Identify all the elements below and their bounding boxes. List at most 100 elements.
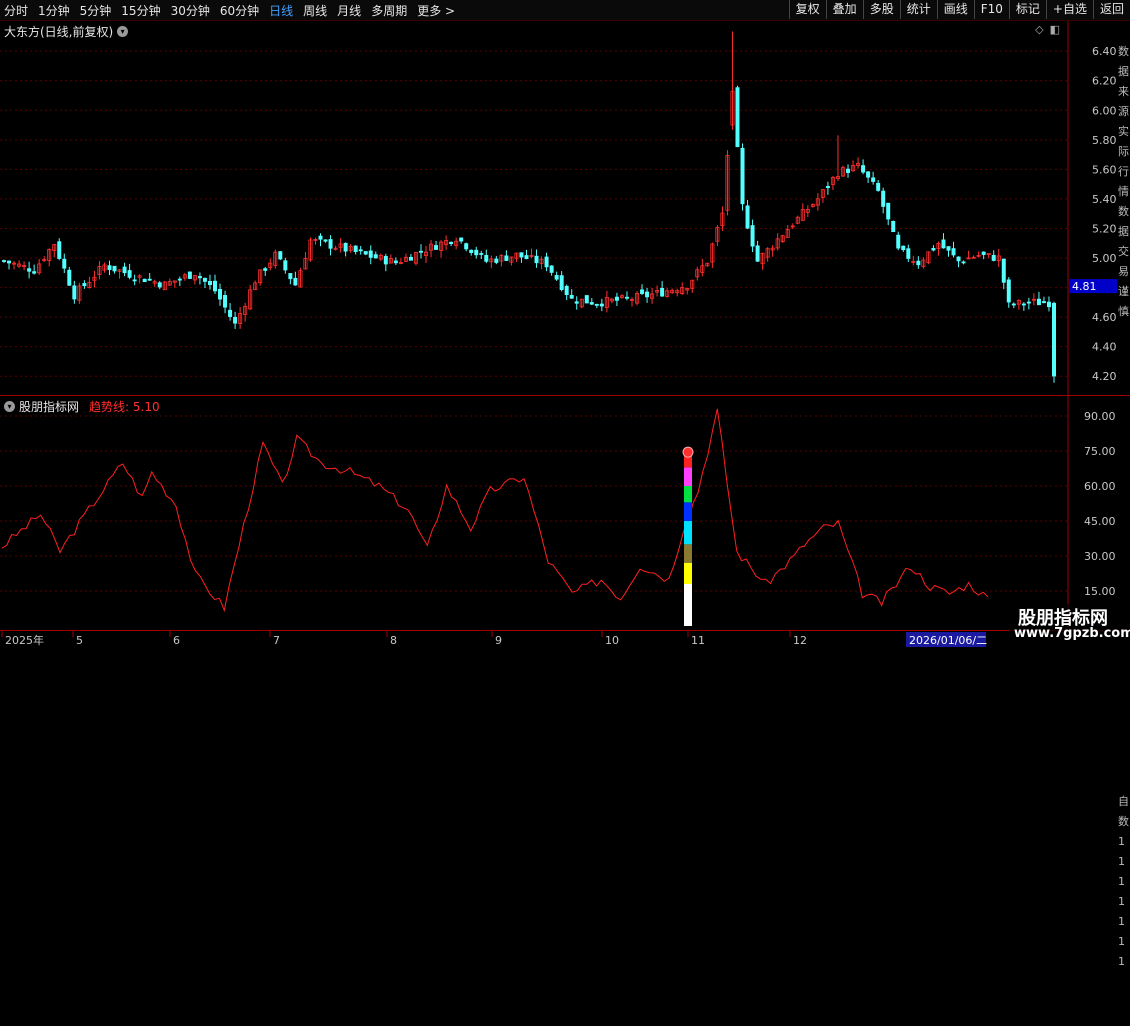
candle-body [479, 253, 484, 255]
candle-body [755, 245, 760, 262]
period-tab-10[interactable]: 更多 > [417, 2, 455, 19]
candle-body [484, 255, 489, 262]
candlestick-chart[interactable]: 6.406.206.005.805.605.405.205.004.804.60… [0, 21, 1130, 395]
candle-body [368, 250, 373, 258]
candle-body [871, 177, 876, 182]
price-panel-title: 大东方(日线,前复权) ▾ [4, 23, 129, 40]
candle-body [318, 235, 323, 240]
trend-line [1, 408, 989, 613]
panel-toggle-icon[interactable]: ◧ [1050, 23, 1060, 36]
current-price-tag: 4.81 [1072, 280, 1097, 293]
price-tick-label-10: 4.40 [1092, 341, 1117, 354]
candle-body [1046, 301, 1051, 308]
toolbar-button-2[interactable]: 多股 [862, 0, 900, 19]
candle-body [207, 281, 212, 286]
indicator-chart[interactable]: 90.00 75.00 60.00 45.00 30.00 15.00 [0, 396, 1130, 630]
period-tab-4[interactable]: 30分钟 [171, 2, 210, 19]
candle-body [524, 255, 529, 260]
period-tab-6[interactable]: 日线 [269, 2, 293, 19]
date-label-6: 10 [605, 634, 619, 647]
period-tab-8[interactable]: 月线 [337, 2, 361, 19]
candle-body [278, 251, 283, 260]
candle-body [1036, 298, 1041, 306]
period-tab-9[interactable]: 多周期 [371, 2, 407, 19]
candle-body [544, 256, 549, 268]
period-tab-7[interactable]: 周线 [303, 2, 327, 19]
toolbar-button-7[interactable]: +自选 [1045, 0, 1093, 19]
candle-body [584, 295, 589, 304]
toolbar-button-5[interactable]: F10 [973, 0, 1009, 19]
price-tick-label-1: 6.20 [1092, 75, 1117, 88]
indicator-title: 股朋指标网 [19, 400, 80, 414]
candle-body [1011, 303, 1016, 306]
chevron-down-icon[interactable]: ▾ [117, 26, 129, 37]
indicator-tick-label-0: 90.00 [1084, 410, 1116, 423]
candle-body [408, 256, 413, 261]
candle-body [132, 279, 137, 282]
price-panel[interactable]: 6.406.206.005.805.605.405.205.004.804.60… [0, 21, 1130, 395]
candle-body [233, 316, 238, 324]
candle-body [393, 260, 398, 264]
toolbar-button-1[interactable]: 叠加 [825, 0, 863, 19]
period-tab-1[interactable]: 1分钟 [38, 2, 70, 19]
toolbar-button-0[interactable]: 复权 [788, 0, 826, 19]
candle-body [599, 303, 604, 307]
date-axis: 2025年 5 6 7 8 9 10 11 12 2026/01/06/二 [0, 630, 1130, 651]
stock-title: 大东方(日线,前复权) [4, 25, 114, 39]
candle-body [449, 241, 454, 245]
period-tab-0[interactable]: 分时 [4, 2, 28, 19]
period-tab-2[interactable]: 5分钟 [80, 2, 112, 19]
candle-body [293, 277, 298, 286]
date-label-5: 9 [495, 634, 502, 647]
watermark: 股朋指标网 www.7gpzb.com [1010, 604, 1130, 646]
date-label-2: 6 [173, 634, 180, 647]
watermark-url: www.7gpzb.com [1014, 626, 1130, 641]
candle-body [931, 247, 936, 251]
candle-body [213, 280, 218, 292]
candle-body [57, 241, 62, 259]
toolbar-button-3[interactable]: 统计 [899, 0, 937, 19]
date-axis-svg: 2025年 5 6 7 8 9 10 11 12 2026/01/06/二 [1, 631, 987, 647]
candle-body [564, 285, 569, 296]
panel-corner-icons: ◇ ◧ [1035, 23, 1060, 36]
period-tab-3[interactable]: 15分钟 [121, 2, 160, 19]
indicator-tick-label-5: 15.00 [1084, 585, 1116, 598]
candle-body [1021, 303, 1026, 306]
date-label-3: 7 [273, 634, 280, 647]
candle-body [876, 182, 881, 191]
candle-body [223, 295, 228, 308]
candle-body [2, 260, 7, 262]
indicator-panel[interactable]: 90.00 75.00 60.00 45.00 30.00 15.00 ▾ 股朋指标网 趋… [0, 396, 1130, 968]
candle-body [624, 296, 629, 299]
candle-body [62, 258, 67, 269]
candle-body [1001, 258, 1006, 283]
price-tick-label-2: 6.00 [1092, 104, 1117, 117]
candle-body [916, 260, 921, 266]
candle-body [991, 254, 996, 261]
candle-body [866, 171, 871, 178]
candle-body [594, 303, 599, 306]
price-tick-label-9: 4.60 [1092, 311, 1117, 324]
period-tab-5[interactable]: 60分钟 [220, 2, 259, 19]
toolbar-button-8[interactable]: 返回 [1092, 0, 1130, 19]
candle-body [1052, 302, 1057, 377]
candle-body [157, 282, 162, 288]
chevron-down-icon[interactable]: ▾ [4, 401, 15, 412]
candle-body [7, 260, 12, 264]
price-tick-label-4: 5.60 [1092, 163, 1117, 176]
candle-body [941, 239, 946, 249]
toolbar-button-6[interactable]: 标记 [1008, 0, 1046, 19]
candle-body [228, 309, 233, 317]
candle-body [469, 249, 474, 253]
signal-bar-segment-5 [684, 486, 692, 503]
period-toolbar: 分时 1分钟 5分钟 15分钟 30分钟 60分钟 日线 周线 月线 多周期 更多 > 复权 叠加 多股… [0, 0, 1130, 21]
period-tabs: 分时 1分钟 5分钟 15分钟 30分钟 60分钟 日线 周线 月线 多周期 更多 > [4, 0, 455, 20]
toolbar-button-4[interactable]: 画线 [936, 0, 974, 19]
diamond-icon[interactable]: ◇ [1035, 23, 1043, 36]
candle-body [740, 147, 745, 205]
signal-bar-segment-2 [684, 544, 692, 563]
candle-body [519, 252, 524, 258]
candle-body [112, 265, 117, 272]
candle-body [107, 265, 112, 271]
candle-body [177, 278, 182, 281]
